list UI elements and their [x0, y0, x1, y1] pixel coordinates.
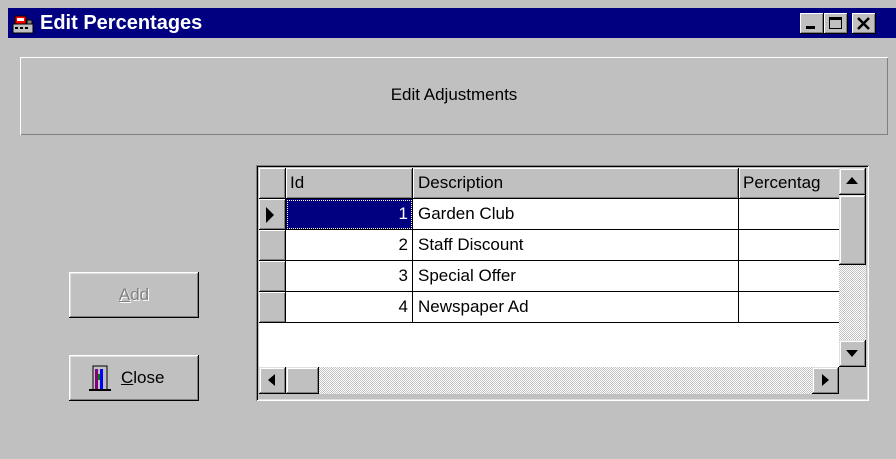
cell-id[interactable]: 3 [286, 261, 413, 292]
cell-description[interactable]: Staff Discount [413, 230, 739, 261]
vertical-scroll-thumb[interactable] [839, 195, 866, 265]
cell-percentage[interactable] [739, 199, 839, 230]
header-title: Edit Adjustments [390, 85, 518, 104]
title-bar[interactable]: Edit Percentages [8, 8, 896, 38]
vertical-scrollbar[interactable] [839, 168, 866, 367]
maximize-icon [829, 17, 842, 29]
cell-id[interactable]: 1 [286, 199, 413, 230]
scrollbar-corner [839, 367, 866, 394]
row-indicator[interactable] [259, 261, 286, 292]
horizontal-scrollbar[interactable] [259, 367, 839, 394]
vertical-scroll-track[interactable] [839, 265, 866, 340]
minimize-icon [806, 26, 815, 29]
add-button-label: Add [118, 285, 150, 304]
cell-percentage[interactable] [739, 292, 839, 323]
arrow-down-icon [846, 350, 858, 357]
column-header-description[interactable]: Description [413, 168, 739, 199]
grid-corner [259, 168, 286, 199]
close-button[interactable]: Close [69, 355, 199, 401]
cell-id[interactable]: 2 [286, 230, 413, 261]
door-exit-icon [89, 365, 111, 391]
close-window-button[interactable] [852, 13, 876, 34]
scroll-down-button[interactable] [839, 340, 866, 367]
cell-percentage[interactable] [739, 230, 839, 261]
scroll-right-button[interactable] [812, 367, 839, 394]
arrow-up-icon [846, 177, 858, 184]
window-title: Edit Percentages [40, 12, 203, 34]
row-indicator[interactable] [259, 292, 286, 323]
row-indicator[interactable] [259, 230, 286, 261]
maximize-button[interactable] [824, 13, 848, 34]
cash-register-icon [12, 15, 34, 34]
arrow-right-icon [822, 374, 829, 386]
cell-id[interactable]: 4 [286, 292, 413, 323]
horizontal-scroll-track[interactable] [319, 367, 812, 394]
arrow-left-icon [268, 374, 275, 386]
adjustments-grid[interactable]: Id Description Percentag 1 Garden Club 2… [256, 165, 869, 401]
cell-description[interactable]: Special Offer [413, 261, 739, 292]
cell-percentage[interactable] [739, 261, 839, 292]
row-indicator[interactable] [259, 199, 286, 230]
column-header-id[interactable]: Id [286, 168, 413, 199]
close-icon [857, 17, 870, 30]
grid-body: Id Description Percentag 1 Garden Club 2… [259, 168, 839, 367]
edit-percentages-window: Edit Percentages Edit Adjustments Add Cl… [0, 0, 896, 459]
add-button[interactable]: Add [69, 272, 199, 318]
scroll-up-button[interactable] [839, 168, 866, 195]
close-button-label: Close [121, 368, 165, 387]
cell-description[interactable]: Garden Club [413, 199, 739, 230]
column-header-percentage[interactable]: Percentag [739, 168, 839, 199]
minimize-button[interactable] [800, 13, 824, 34]
horizontal-scroll-thumb[interactable] [286, 367, 319, 394]
scroll-left-button[interactable] [259, 367, 286, 394]
cell-description[interactable]: Newspaper Ad [413, 292, 739, 323]
header-panel: Edit Adjustments [20, 57, 888, 135]
current-row-arrow-icon [266, 207, 274, 223]
